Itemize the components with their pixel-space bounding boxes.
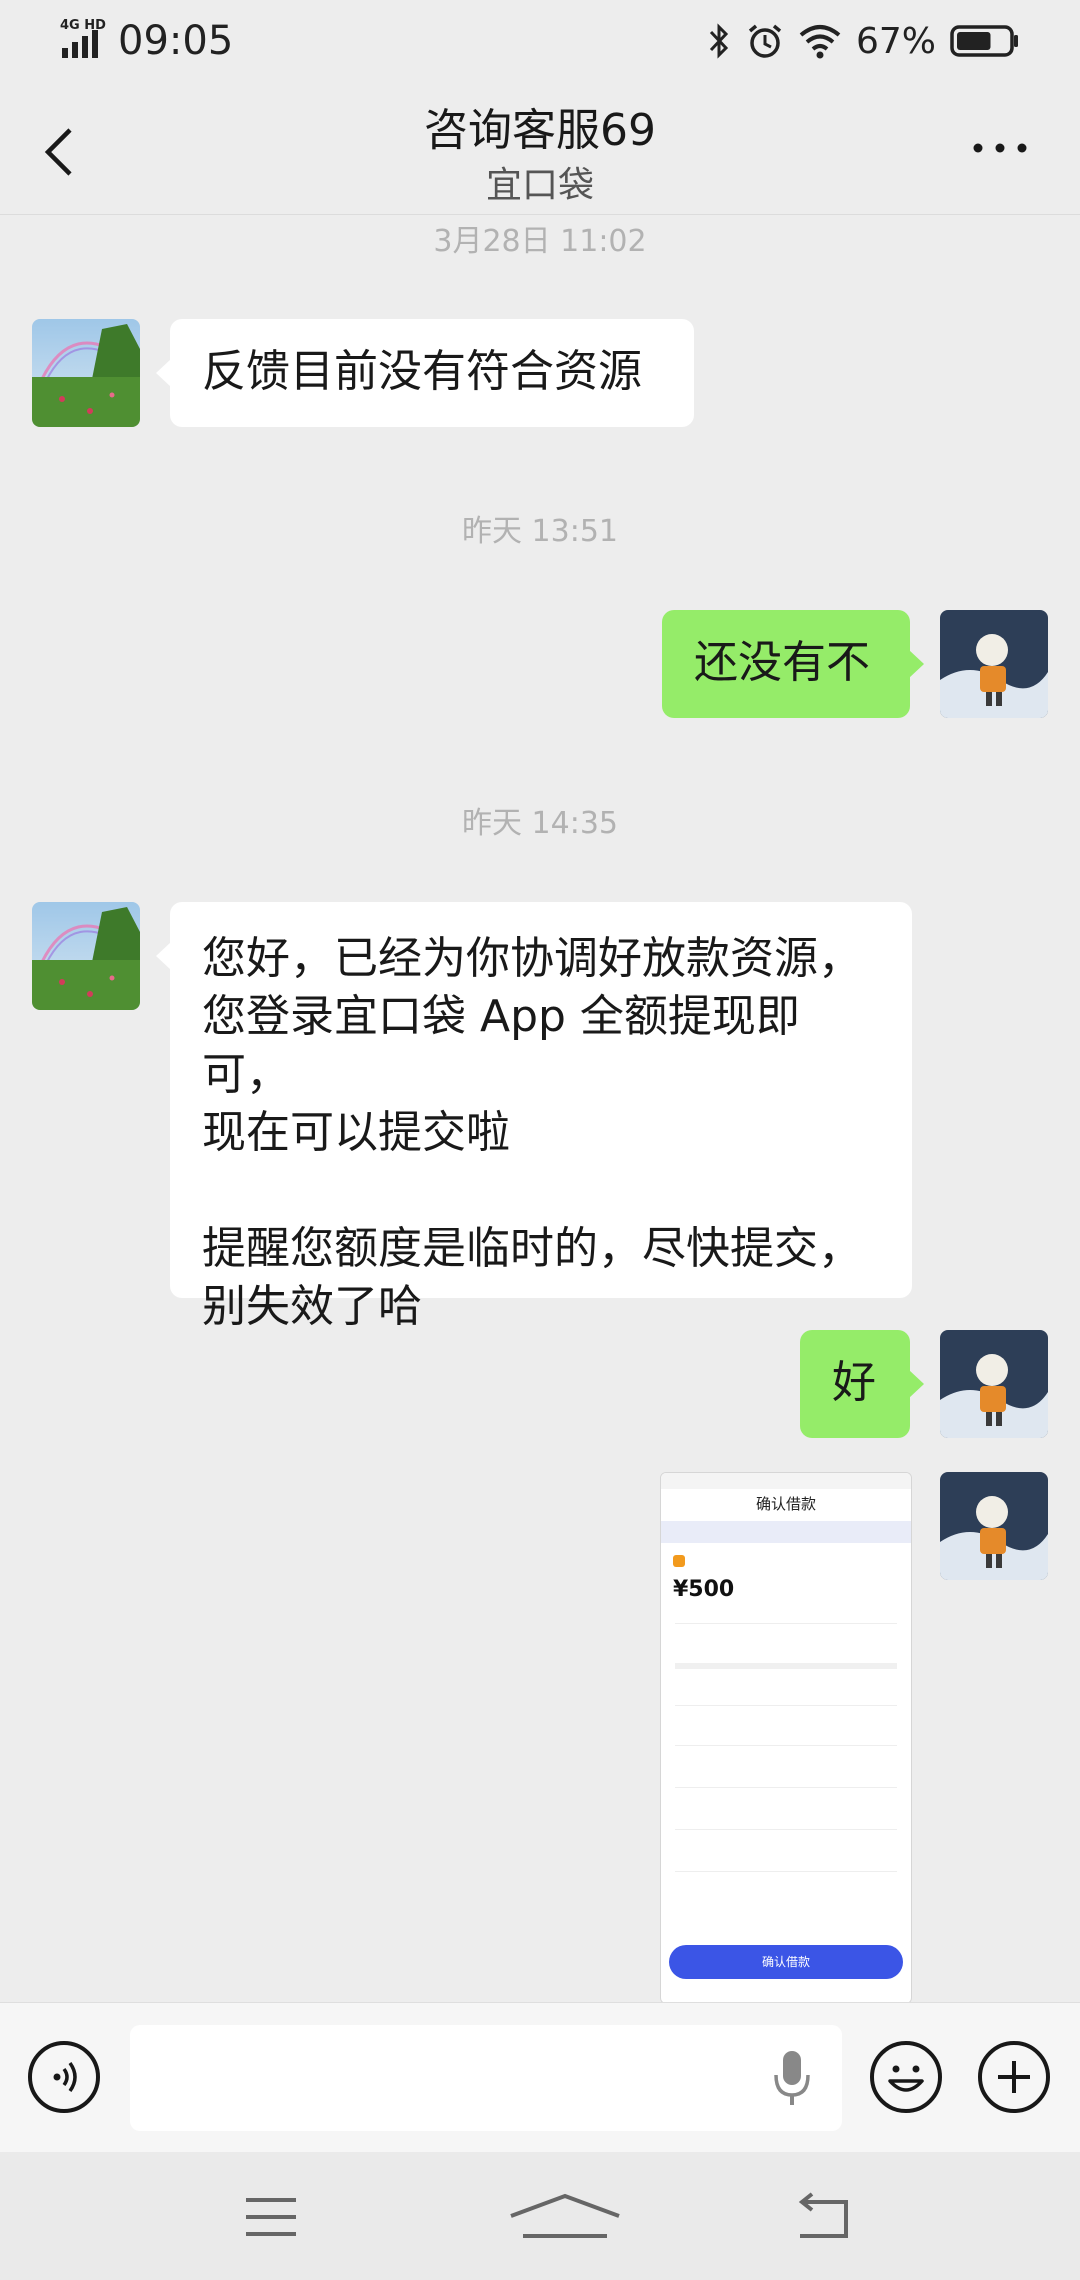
more-dots-icon[interactable] xyxy=(972,138,1028,158)
alarm-icon xyxy=(746,22,784,60)
agent-avatar[interactable] xyxy=(32,319,140,427)
chat-subtitle: 宜口袋 xyxy=(485,165,594,206)
battery-percent: 67% xyxy=(855,20,936,62)
status-bar: 4G HD 09:05 67% xyxy=(0,0,1080,82)
voice-icon[interactable] xyxy=(28,2041,100,2113)
image-notice-bar xyxy=(661,1521,911,1543)
input-bar xyxy=(0,2002,1080,2153)
outgoing-message[interactable]: 还没有不 xyxy=(662,610,924,718)
image-divider xyxy=(675,1705,897,1706)
mic-icon[interactable] xyxy=(770,2049,814,2109)
image-divider xyxy=(675,1623,897,1624)
user-avatar[interactable] xyxy=(940,1472,1048,1580)
timestamp: 昨天 14:35 xyxy=(462,806,618,841)
agent-avatar[interactable] xyxy=(32,902,140,1010)
image-amount: ¥500 xyxy=(673,1577,735,1602)
image-confirm-button: 确认借款 xyxy=(669,1945,903,1979)
incoming-message[interactable]: 反馈目前没有符合资源 xyxy=(156,319,694,427)
message-input[interactable] xyxy=(130,2025,842,2131)
timestamp: 昨天 13:51 xyxy=(462,514,618,549)
user-avatar[interactable] xyxy=(940,1330,1048,1438)
chat-title: 咨询客服69 xyxy=(424,105,656,156)
user-avatar[interactable] xyxy=(940,610,1048,718)
incoming-message[interactable]: 您好，已经为你协调好放款资源， 您登录宜口袋 App 全额提现即可， 现在可以提… xyxy=(156,902,912,1332)
image-divider xyxy=(675,1871,897,1872)
clock: 09:05 xyxy=(118,18,234,64)
status-icons: 67% xyxy=(692,18,1020,64)
image-divider xyxy=(675,1829,897,1830)
image-brand-icon xyxy=(673,1555,685,1567)
home-icon[interactable] xyxy=(505,2192,625,2242)
message-text: 还没有不 xyxy=(694,637,870,688)
plus-icon[interactable] xyxy=(978,2041,1050,2113)
message-line: 您登录宜口袋 App 全额提现即可， xyxy=(202,991,800,1100)
chat-header: 咨询客服69 宜口袋 xyxy=(0,82,1080,215)
wifi-icon xyxy=(798,23,842,59)
image-divider xyxy=(675,1663,897,1669)
image-title: 确认借款 xyxy=(755,1495,816,1513)
message-line: 别失效了哈 xyxy=(202,1281,422,1332)
image-divider xyxy=(675,1745,897,1746)
timestamp: 3月28日 11:02 xyxy=(433,224,647,259)
back-icon[interactable] xyxy=(790,2192,860,2242)
signal-icon xyxy=(62,30,98,58)
message-line: 提醒您额度是临时的，尽快提交， xyxy=(202,1223,862,1274)
image-statusbar xyxy=(661,1473,911,1489)
message-line: 您好，已经为你协调好放款资源， xyxy=(202,933,862,984)
message-line: 现在可以提交啦 xyxy=(202,1107,510,1158)
message-list[interactable]: 3月28日 11:02 反馈目前没有符合资源 昨天 13:51 还没有不 昨天 … xyxy=(0,214,1080,2002)
image-message[interactable]: 确认借款 ¥500 确认借款 xyxy=(660,1472,912,2002)
message-text: 好 xyxy=(832,1357,876,1408)
emoji-icon[interactable] xyxy=(870,2041,942,2113)
system-navigation-bar xyxy=(0,2152,1080,2280)
battery-icon xyxy=(950,23,1020,59)
image-divider xyxy=(675,1787,897,1788)
menu-icon[interactable] xyxy=(236,2192,306,2242)
outgoing-message[interactable]: 好 xyxy=(800,1330,924,1438)
message-text: 反馈目前没有符合资源 xyxy=(202,346,642,397)
bluetooth-icon xyxy=(706,22,732,60)
